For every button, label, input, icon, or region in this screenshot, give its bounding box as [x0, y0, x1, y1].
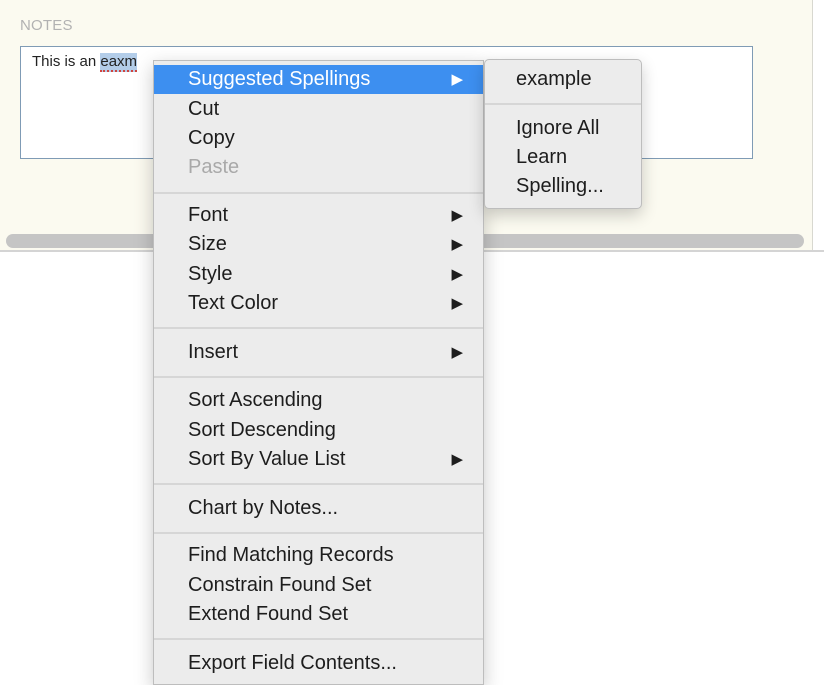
- menu-separator: [154, 638, 483, 640]
- menu-item-font[interactable]: Font ▶: [154, 201, 483, 230]
- menu-item-label: Sort Ascending: [188, 389, 323, 411]
- menu-item-sort-ascending[interactable]: Sort Ascending: [154, 386, 483, 415]
- menu-separator: [154, 532, 483, 534]
- menu-item-label: Size: [188, 233, 227, 255]
- spelling-submenu: example Ignore All Learn Spelling...: [484, 59, 642, 209]
- submenu-arrow-icon: ▶: [451, 266, 463, 283]
- menu-item-label: Text Color: [188, 292, 279, 314]
- menu-item-label: Font: [188, 204, 229, 226]
- menu-item-size[interactable]: Size ▶: [154, 230, 483, 259]
- menu-item-label: Style: [188, 263, 233, 285]
- menu-item-style[interactable]: Style ▶: [154, 260, 483, 289]
- notes-label: NOTES: [20, 17, 73, 34]
- menu-item-label: Export Field Contents...: [188, 652, 397, 674]
- menu-item-sort-by-value-list[interactable]: Sort By Value List ▶: [154, 445, 483, 474]
- menu-item-label: Constrain Found Set: [188, 574, 372, 596]
- submenu-arrow-icon: ▶: [451, 344, 463, 361]
- misspelled-word[interactable]: eaxm: [100, 53, 138, 72]
- menu-item-label: Sort Descending: [188, 419, 336, 441]
- menu-item-label: Suggested Spellings: [188, 68, 371, 90]
- menu-item-suggested-spellings[interactable]: Suggested Spellings ▶: [154, 65, 483, 94]
- menu-item-label: Cut: [188, 98, 220, 120]
- submenu-item-learn[interactable]: Learn: [485, 143, 641, 172]
- submenu-arrow-icon: ▶: [451, 451, 463, 468]
- menu-item-label: Chart by Notes...: [188, 497, 339, 519]
- menu-item-label: Sort By Value List: [188, 448, 346, 470]
- submenu-item-ignore-all[interactable]: Ignore All: [485, 114, 641, 143]
- submenu-arrow-icon: ▶: [451, 295, 463, 312]
- menu-item-label: Paste: [188, 156, 240, 178]
- menu-item-paste: Paste: [154, 153, 483, 182]
- menu-separator: [154, 192, 483, 194]
- menu-item-label: Find Matching Records: [188, 544, 394, 566]
- menu-item-label: Insert: [188, 341, 239, 363]
- menu-item-insert[interactable]: Insert ▶: [154, 338, 483, 367]
- context-menu: Suggested Spellings ▶ Cut Copy Paste Fon…: [153, 60, 484, 685]
- menu-separator: [154, 376, 483, 378]
- submenu-arrow-icon: ▶: [451, 207, 463, 224]
- menu-item-copy[interactable]: Copy: [154, 124, 483, 153]
- menu-item-sort-descending[interactable]: Sort Descending: [154, 416, 483, 445]
- menu-item-extend-found-set[interactable]: Extend Found Set: [154, 600, 483, 629]
- submenu-item-suggestion[interactable]: example: [485, 65, 641, 94]
- menu-item-export-field-contents[interactable]: Export Field Contents...: [154, 649, 483, 678]
- submenu-item-spelling[interactable]: Spelling...: [485, 172, 641, 201]
- notes-text-before: This is an: [32, 53, 101, 70]
- menu-item-constrain-found-set[interactable]: Constrain Found Set: [154, 571, 483, 600]
- menu-separator: [154, 483, 483, 485]
- menu-item-find-matching-records[interactable]: Find Matching Records: [154, 541, 483, 570]
- menu-item-cut[interactable]: Cut: [154, 95, 483, 124]
- menu-item-label: Copy: [188, 127, 235, 149]
- notes-text: This is an eaxm: [32, 53, 138, 72]
- submenu-arrow-icon: ▶: [451, 236, 463, 253]
- submenu-arrow-icon: ▶: [451, 71, 463, 88]
- menu-item-label: Extend Found Set: [188, 603, 349, 625]
- menu-separator: [154, 327, 483, 329]
- submenu-separator: [485, 103, 641, 105]
- menu-item-text-color[interactable]: Text Color ▶: [154, 289, 483, 318]
- menu-item-chart-by-notes[interactable]: Chart by Notes...: [154, 494, 483, 523]
